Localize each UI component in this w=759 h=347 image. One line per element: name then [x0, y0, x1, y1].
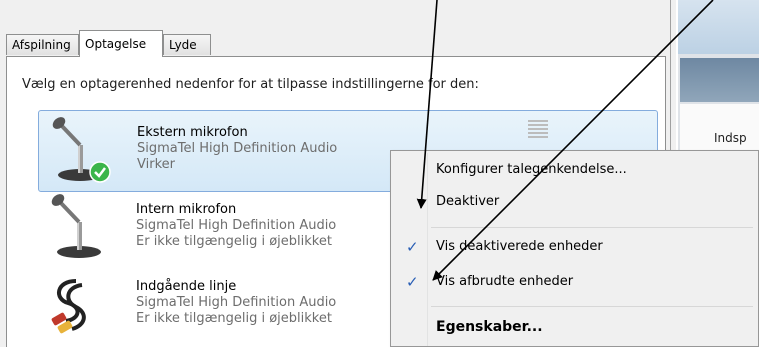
context-menu: Konfigurer talegenkendelse... Deaktiver … — [390, 150, 759, 347]
menu-separator — [431, 227, 753, 228]
menu-item-label: Vis deaktiverede enheder — [436, 239, 603, 254]
menu-item-vis-deaktiverede-enheder[interactable]: ✓ Vis deaktiverede enheder — [394, 233, 756, 261]
device-status: Virker — [137, 157, 175, 172]
menu-item-vis-afbrudte-enheder[interactable]: ✓ Vis afbrudte enheder — [394, 268, 756, 296]
device-name: Ekstern mikrofon — [137, 125, 248, 140]
menu-item-deaktiver[interactable]: Deaktiver — [394, 188, 756, 216]
microphone-icon — [51, 194, 101, 258]
default-device-check-icon — [89, 161, 111, 183]
menu-item-egenskaber[interactable]: Egenskaber... — [394, 313, 756, 341]
tab-optagelse[interactable]: Optagelse — [79, 30, 163, 57]
menu-item-label: Deaktiver — [436, 194, 500, 209]
device-name: Intern mikrofon — [136, 202, 237, 217]
tab-lyde[interactable]: Lyde — [163, 34, 211, 55]
menu-item-konfigurer-talegenkendelse[interactable]: Konfigurer talegenkendelse... — [394, 156, 756, 184]
device-status: Er ikke tilgængelig i øjeblikket — [136, 234, 332, 249]
instruction-text: Vælg en optagerenhed nedenfor for at til… — [22, 77, 479, 92]
device-driver: SigmaTel High Definition Audio — [136, 295, 337, 310]
checkmark-icon: ✓ — [406, 238, 419, 256]
menu-separator — [431, 306, 753, 307]
menu-item-label: Konfigurer talegenkendelse... — [436, 162, 627, 177]
device-name: Indgående linje — [136, 279, 237, 294]
menu-item-label: Vis afbrudte enheder — [436, 274, 574, 289]
device-status: Er ikke tilgængelig i øjeblikket — [136, 311, 332, 326]
background-window-text: Indsp — [714, 131, 747, 145]
line-in-cable-icon — [51, 279, 86, 334]
tab-afspilning[interactable]: Afspilning — [6, 34, 79, 55]
level-meter — [528, 120, 548, 142]
device-driver: SigmaTel High Definition Audio — [137, 141, 338, 156]
device-driver: SigmaTel High Definition Audio — [136, 218, 337, 233]
checkmark-icon: ✓ — [406, 273, 419, 291]
menu-item-label: Egenskaber... — [436, 319, 543, 335]
